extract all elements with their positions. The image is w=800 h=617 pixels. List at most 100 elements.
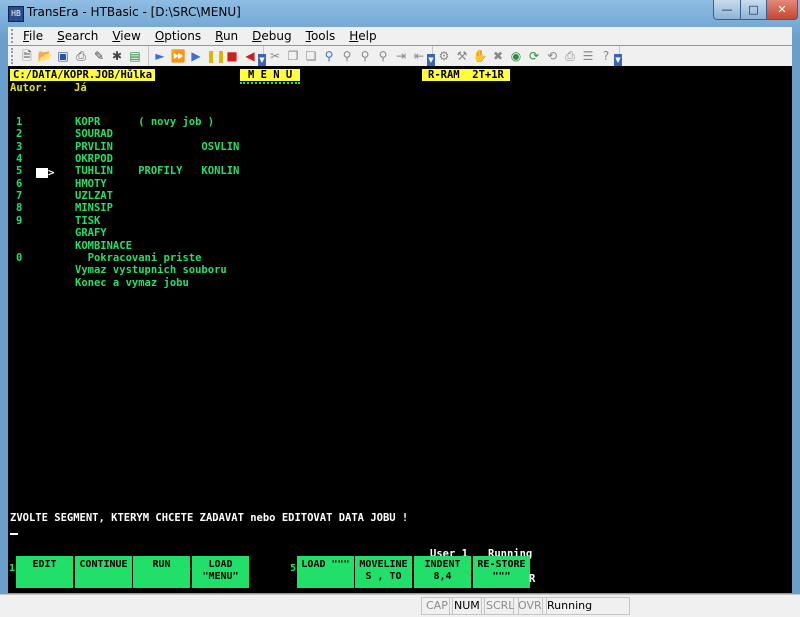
softkey-label-2: 8,4: [433, 571, 452, 582]
softkey-label-2: S , TO: [365, 571, 402, 582]
menu-item-number: 7: [16, 190, 23, 202]
softkey-label: LOAD: [208, 559, 233, 570]
softkey-label: EDIT: [32, 559, 57, 570]
status-bar: CAP NUM SCRL OVR Running: [0, 594, 800, 617]
replace-icon[interactable]: ⚲: [357, 48, 373, 64]
menu-help[interactable]: Help: [349, 29, 376, 43]
menu-item-number: 6: [16, 178, 23, 190]
redo-icon[interactable]: ⟲: [544, 48, 560, 64]
edit-icon[interactable]: ✎: [91, 48, 107, 64]
softkey-8[interactable]: RE-STORE """: [473, 556, 530, 588]
replace-all-icon[interactable]: ⚲: [375, 48, 391, 64]
menu-item[interactable]: KOMBINACE: [75, 240, 132, 252]
softkey-2[interactable]: CONTINUE: [75, 556, 132, 588]
pause-icon[interactable]: ❚❚: [206, 48, 226, 64]
menu-run[interactable]: Run: [215, 29, 238, 43]
menu-item[interactable]: TISK: [75, 215, 100, 227]
toolbar-overflow-icon[interactable]: ▼: [614, 54, 622, 66]
softkey-3[interactable]: RUN: [133, 556, 190, 588]
menu-item-number: 5: [16, 165, 23, 177]
break-icon[interactable]: ⚒: [454, 48, 470, 64]
menu-item-number: 4: [16, 153, 23, 165]
ram-label: R-RAM 2T+1R: [422, 69, 510, 81]
menu-item[interactable]: Konec a vymaz jobu: [75, 277, 189, 289]
softkey-4[interactable]: LOAD "MENU": [192, 556, 249, 588]
asterisk-icon[interactable]: ✱: [109, 48, 125, 64]
list-icon[interactable]: ☰: [580, 48, 596, 64]
toolbar-overflow-icon[interactable]: ▼: [258, 54, 266, 66]
menu-item[interactable]: HMOTY: [75, 178, 107, 190]
menu-tools[interactable]: Tools: [306, 29, 336, 43]
copy-icon[interactable]: ❐: [285, 48, 301, 64]
softkey-1[interactable]: EDIT: [16, 556, 73, 588]
menu-search[interactable]: Search: [57, 29, 98, 43]
softkey-label: RUN: [152, 559, 171, 570]
outdent-icon[interactable]: ⇤: [411, 48, 427, 64]
help-icon[interactable]: ?: [598, 48, 614, 64]
hand-icon[interactable]: ✋: [472, 48, 488, 64]
path-label: C:/DATA/KOPR.JOB/Hůlka: [10, 69, 156, 81]
softkey-label-2: "MENU": [202, 571, 239, 582]
back-icon[interactable]: ◀: [242, 48, 258, 64]
app-icon[interactable]: HB: [8, 6, 24, 22]
softkey-label: CONTINUE: [79, 559, 128, 570]
refresh-icon[interactable]: ⟳: [526, 48, 542, 64]
maximize-button[interactable]: □: [740, 0, 767, 20]
menu-debug[interactable]: Debug: [252, 29, 291, 43]
menu-item[interactable]: SOURAD: [75, 128, 113, 140]
num-indicator: NUM: [449, 597, 485, 615]
softkey-6[interactable]: MOVELINE S , TO: [355, 556, 412, 588]
menu-item-number: 0: [16, 252, 23, 264]
menu-options[interactable]: Options: [155, 29, 201, 43]
selection-cursor: [36, 168, 48, 178]
crt-screen[interactable]: C:/DATA/KOPR.JOB/Hůlka M E N U R-RAM 2T+…: [8, 66, 792, 593]
softkey-label-2: """: [492, 571, 511, 582]
menu-item[interactable]: Vymaz vystupnich souboru: [75, 264, 227, 276]
menu-item[interactable]: OKRPOD: [75, 153, 113, 165]
softkey-label: LOAD """: [301, 559, 350, 570]
new-file-icon[interactable]: 🗎: [19, 48, 35, 64]
monitor-icon[interactable]: ▤: [127, 48, 143, 64]
menu-item[interactable]: PRVLIN OSVLIN: [75, 141, 239, 153]
paste-icon[interactable]: ❏: [303, 48, 319, 64]
menu-item-number: 3: [16, 141, 23, 153]
menu-file[interactable]: File: [23, 29, 43, 43]
find-next-icon[interactable]: ⚲: [339, 48, 355, 64]
menu-item[interactable]: TUHLIN PROFILY KONLIN: [75, 165, 239, 177]
cut-icon[interactable]: ✂: [267, 48, 283, 64]
toolbar-overflow-icon[interactable]: ▼: [427, 54, 435, 66]
close-icon: ✕: [777, 3, 787, 16]
menu-item[interactable]: KOPR ( novy job ): [75, 116, 214, 128]
save-icon[interactable]: ▣: [55, 48, 71, 64]
menu-view[interactable]: View: [112, 29, 140, 43]
menu-item-number: 2: [16, 128, 23, 140]
step-icon[interactable]: ►: [152, 48, 168, 64]
author-value: Já: [74, 82, 87, 94]
globe-icon[interactable]: ◉: [508, 48, 524, 64]
softkey-suffix: R: [529, 573, 536, 585]
watch-icon[interactable]: ⚙: [436, 48, 452, 64]
run-icon[interactable]: ▶: [188, 48, 204, 64]
menubar-grip[interactable]: [11, 29, 17, 43]
find-icon[interactable]: ⚲: [321, 48, 337, 64]
author-key: Autor:: [10, 82, 48, 94]
close-button[interactable]: ✕: [766, 0, 798, 20]
indent-icon[interactable]: ⇥: [393, 48, 409, 64]
softkey-7[interactable]: INDENT 8,4: [414, 556, 471, 588]
open-folder-icon[interactable]: 📂: [37, 48, 53, 64]
menu-item[interactable]: Pokracovani priste: [75, 252, 202, 264]
print-icon[interactable]: ⎙: [73, 48, 89, 64]
clear-icon[interactable]: ✖: [490, 48, 506, 64]
continue-icon[interactable]: ⏩: [170, 48, 186, 64]
minimize-button[interactable]: —: [713, 0, 741, 20]
status-text: Running: [542, 597, 630, 615]
title-bar[interactable]: HB TransEra - HTBasic - [D:\SRC\MENU] — …: [0, 0, 800, 26]
print2-icon[interactable]: ⎙: [562, 48, 578, 64]
minimize-icon: —: [721, 3, 733, 16]
softkey-5[interactable]: LOAD """: [297, 556, 354, 588]
menu-item[interactable]: UZLZAT: [75, 190, 113, 202]
stop-icon[interactable]: ■: [224, 48, 240, 64]
toolbar-grip[interactable]: [11, 48, 16, 64]
menu-item[interactable]: MINSIP: [75, 202, 113, 214]
menu-item[interactable]: GRAFY: [75, 227, 107, 239]
